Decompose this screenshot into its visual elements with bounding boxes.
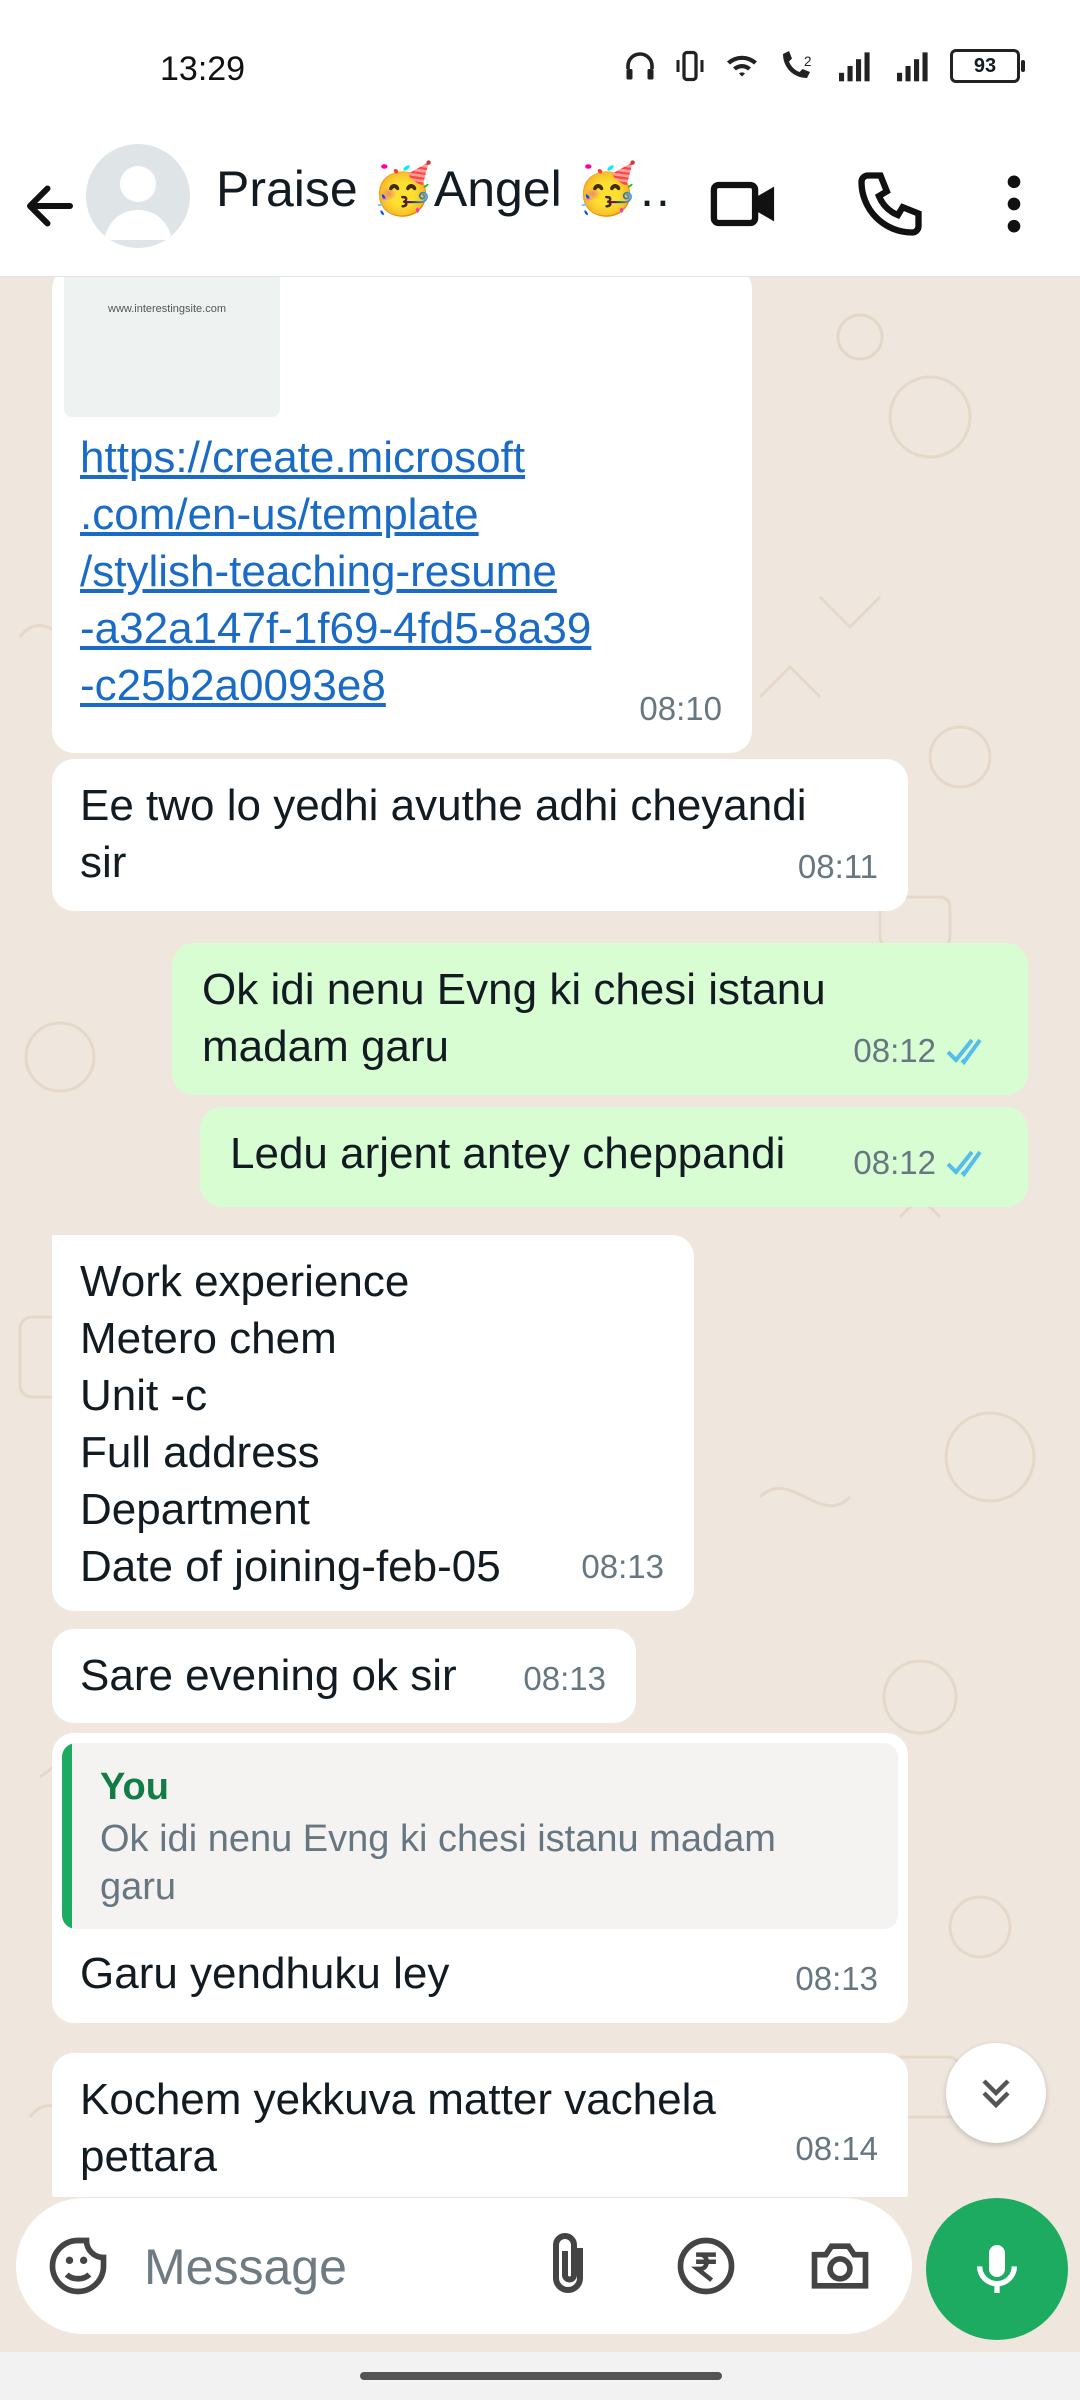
link-line[interactable]: -a32a147f-1f69-4fd5-8a39 — [80, 600, 591, 657]
status-bar: 13:29 2 93 — [0, 0, 1080, 140]
battery-level: 93 — [973, 54, 997, 77]
link-line[interactable]: https://create.microsoft — [80, 429, 591, 486]
quote-text: Ok idi nenu Evng ki chesi istanu madam g… — [100, 1815, 776, 1911]
message-meta: 08:12 — [853, 1022, 998, 1079]
avatar[interactable] — [86, 144, 190, 248]
message-meta: 08:13 — [795, 1950, 878, 2007]
message-incoming[interactable]: Sare evening ok sir 08:13 — [52, 1629, 636, 1723]
navigation-bar — [0, 2352, 1080, 2400]
message-line: pettara — [80, 2132, 217, 2181]
link-line[interactable]: /stylish-teaching-resume — [80, 543, 591, 600]
scroll-down-button[interactable] — [946, 2043, 1046, 2143]
message-line: Department — [80, 1485, 310, 1534]
link-line[interactable]: .com/en-us/template — [80, 486, 591, 543]
link-line[interactable]: -c25b2a0093e8 — [80, 657, 591, 714]
mic-button[interactable] — [926, 2198, 1068, 2340]
message-incoming-link[interactable]: www.interestingsite.com https://create.m… — [52, 277, 752, 753]
message-line: Ok idi nenu Evng ki chesi istanu — [202, 965, 826, 1014]
message-meta: 08:11 — [798, 838, 878, 895]
message-incoming[interactable]: Work experience Metero chem Unit -c Full… — [52, 1235, 694, 1611]
message-line: Kochem yekkuva matter vachela — [80, 2075, 716, 2124]
status-time: 13:29 — [160, 50, 246, 88]
rupee-icon[interactable] — [672, 2232, 740, 2300]
message-line: Ee two lo yedhi avuthe adhi cheyandi — [80, 781, 807, 830]
link-preview-site: www.interestingsite.com — [108, 303, 226, 315]
link-text[interactable]: https://create.microsoft .com/en-us/temp… — [80, 429, 591, 714]
signal-icon-1 — [839, 52, 870, 82]
message-text: Ee two lo yedhi avuthe adhi cheyandi sir — [80, 777, 884, 891]
message-line: sir — [80, 838, 127, 887]
message-text: Garu yendhuku ley — [80, 1949, 450, 1998]
message-line: Full address — [80, 1428, 320, 1477]
chat-header: Praise 🥳Angel 🥳… — [0, 140, 1080, 277]
quote-line: Ok idi nenu Evng ki chesi istanu madam — [100, 1818, 776, 1860]
read-ticks-icon — [946, 1150, 982, 1177]
home-handle[interactable] — [360, 2372, 722, 2380]
message-outgoing[interactable]: Ok idi nenu Evng ki chesi istanu madam g… — [172, 943, 1028, 1095]
quote-author: You — [100, 1766, 169, 1808]
chat-area[interactable]: www.interestingsite.com https://create.m… — [0, 277, 1080, 2197]
default-avatar-icon — [104, 166, 172, 240]
quoted-message[interactable]: You Ok idi nenu Evng ki chesi istanu mad… — [62, 1743, 898, 1929]
message-meta: 08:12 — [853, 1134, 998, 1191]
message-meta: 08:10 — [639, 680, 722, 737]
wifi-icon — [727, 55, 757, 77]
message-meta: 08:13 — [523, 1650, 606, 1707]
status-icons: 2 93 — [622, 48, 1025, 84]
message-meta: 08:14 — [795, 2120, 878, 2177]
message-time: 08:12 — [853, 1032, 936, 1069]
message-incoming-reply[interactable]: You Ok idi nenu Evng ki chesi istanu mad… — [52, 1733, 908, 2023]
scroll-down-icon — [982, 2079, 1010, 2109]
sticker-icon[interactable] — [44, 2232, 112, 2300]
quote-bar — [62, 1743, 72, 1929]
attach-icon[interactable] — [532, 2230, 604, 2302]
message-line: Unit -c — [80, 1371, 208, 1420]
svg-text:2: 2 — [804, 54, 812, 69]
message-incoming[interactable]: Ee two lo yedhi avuthe adhi cheyandi sir… — [52, 759, 908, 911]
message-time: 08:13 — [523, 1660, 606, 1697]
message-time: 08:11 — [797, 848, 878, 885]
contact-name[interactable]: Praise 🥳Angel 🥳… — [216, 160, 676, 219]
message-meta: 08:13 — [581, 1538, 664, 1595]
message-incoming[interactable]: Kochem yekkuva matter vachela pettara 08… — [52, 2053, 908, 2197]
video-call-icon[interactable] — [706, 166, 782, 242]
camera-icon[interactable] — [804, 2232, 876, 2300]
voice-call-icon[interactable] — [852, 166, 928, 242]
message-time: 08:10 — [639, 690, 722, 727]
back-icon[interactable] — [20, 170, 80, 242]
message-time: 08:13 — [581, 1548, 664, 1585]
message-line: Metero chem — [80, 1314, 337, 1363]
message-input[interactable]: Message — [144, 2238, 347, 2296]
signal-icon-2 — [897, 52, 928, 82]
message-text: Kochem yekkuva matter vachela pettara — [80, 2071, 884, 2185]
read-ticks-icon — [946, 1038, 982, 1065]
more-icon[interactable] — [976, 166, 1052, 242]
message-time: 08:12 — [853, 1144, 936, 1181]
message-line: Work experience — [80, 1257, 410, 1306]
link-preview-image[interactable]: www.interestingsite.com — [64, 277, 280, 417]
quote-line: garu — [100, 1866, 177, 1908]
mic-icon — [977, 2245, 1017, 2293]
headphones-icon — [626, 52, 654, 80]
message-time: 08:14 — [795, 2130, 878, 2167]
vibrate-icon — [676, 50, 704, 82]
message-time: 08:13 — [795, 1960, 878, 1997]
message-outgoing[interactable]: Ledu arjent antey cheppandi 08:12 — [200, 1107, 1028, 1207]
call-wifi-icon: 2 — [783, 51, 812, 78]
battery-indicator: 93 — [950, 49, 1025, 83]
message-composer[interactable]: Message — [16, 2198, 912, 2334]
